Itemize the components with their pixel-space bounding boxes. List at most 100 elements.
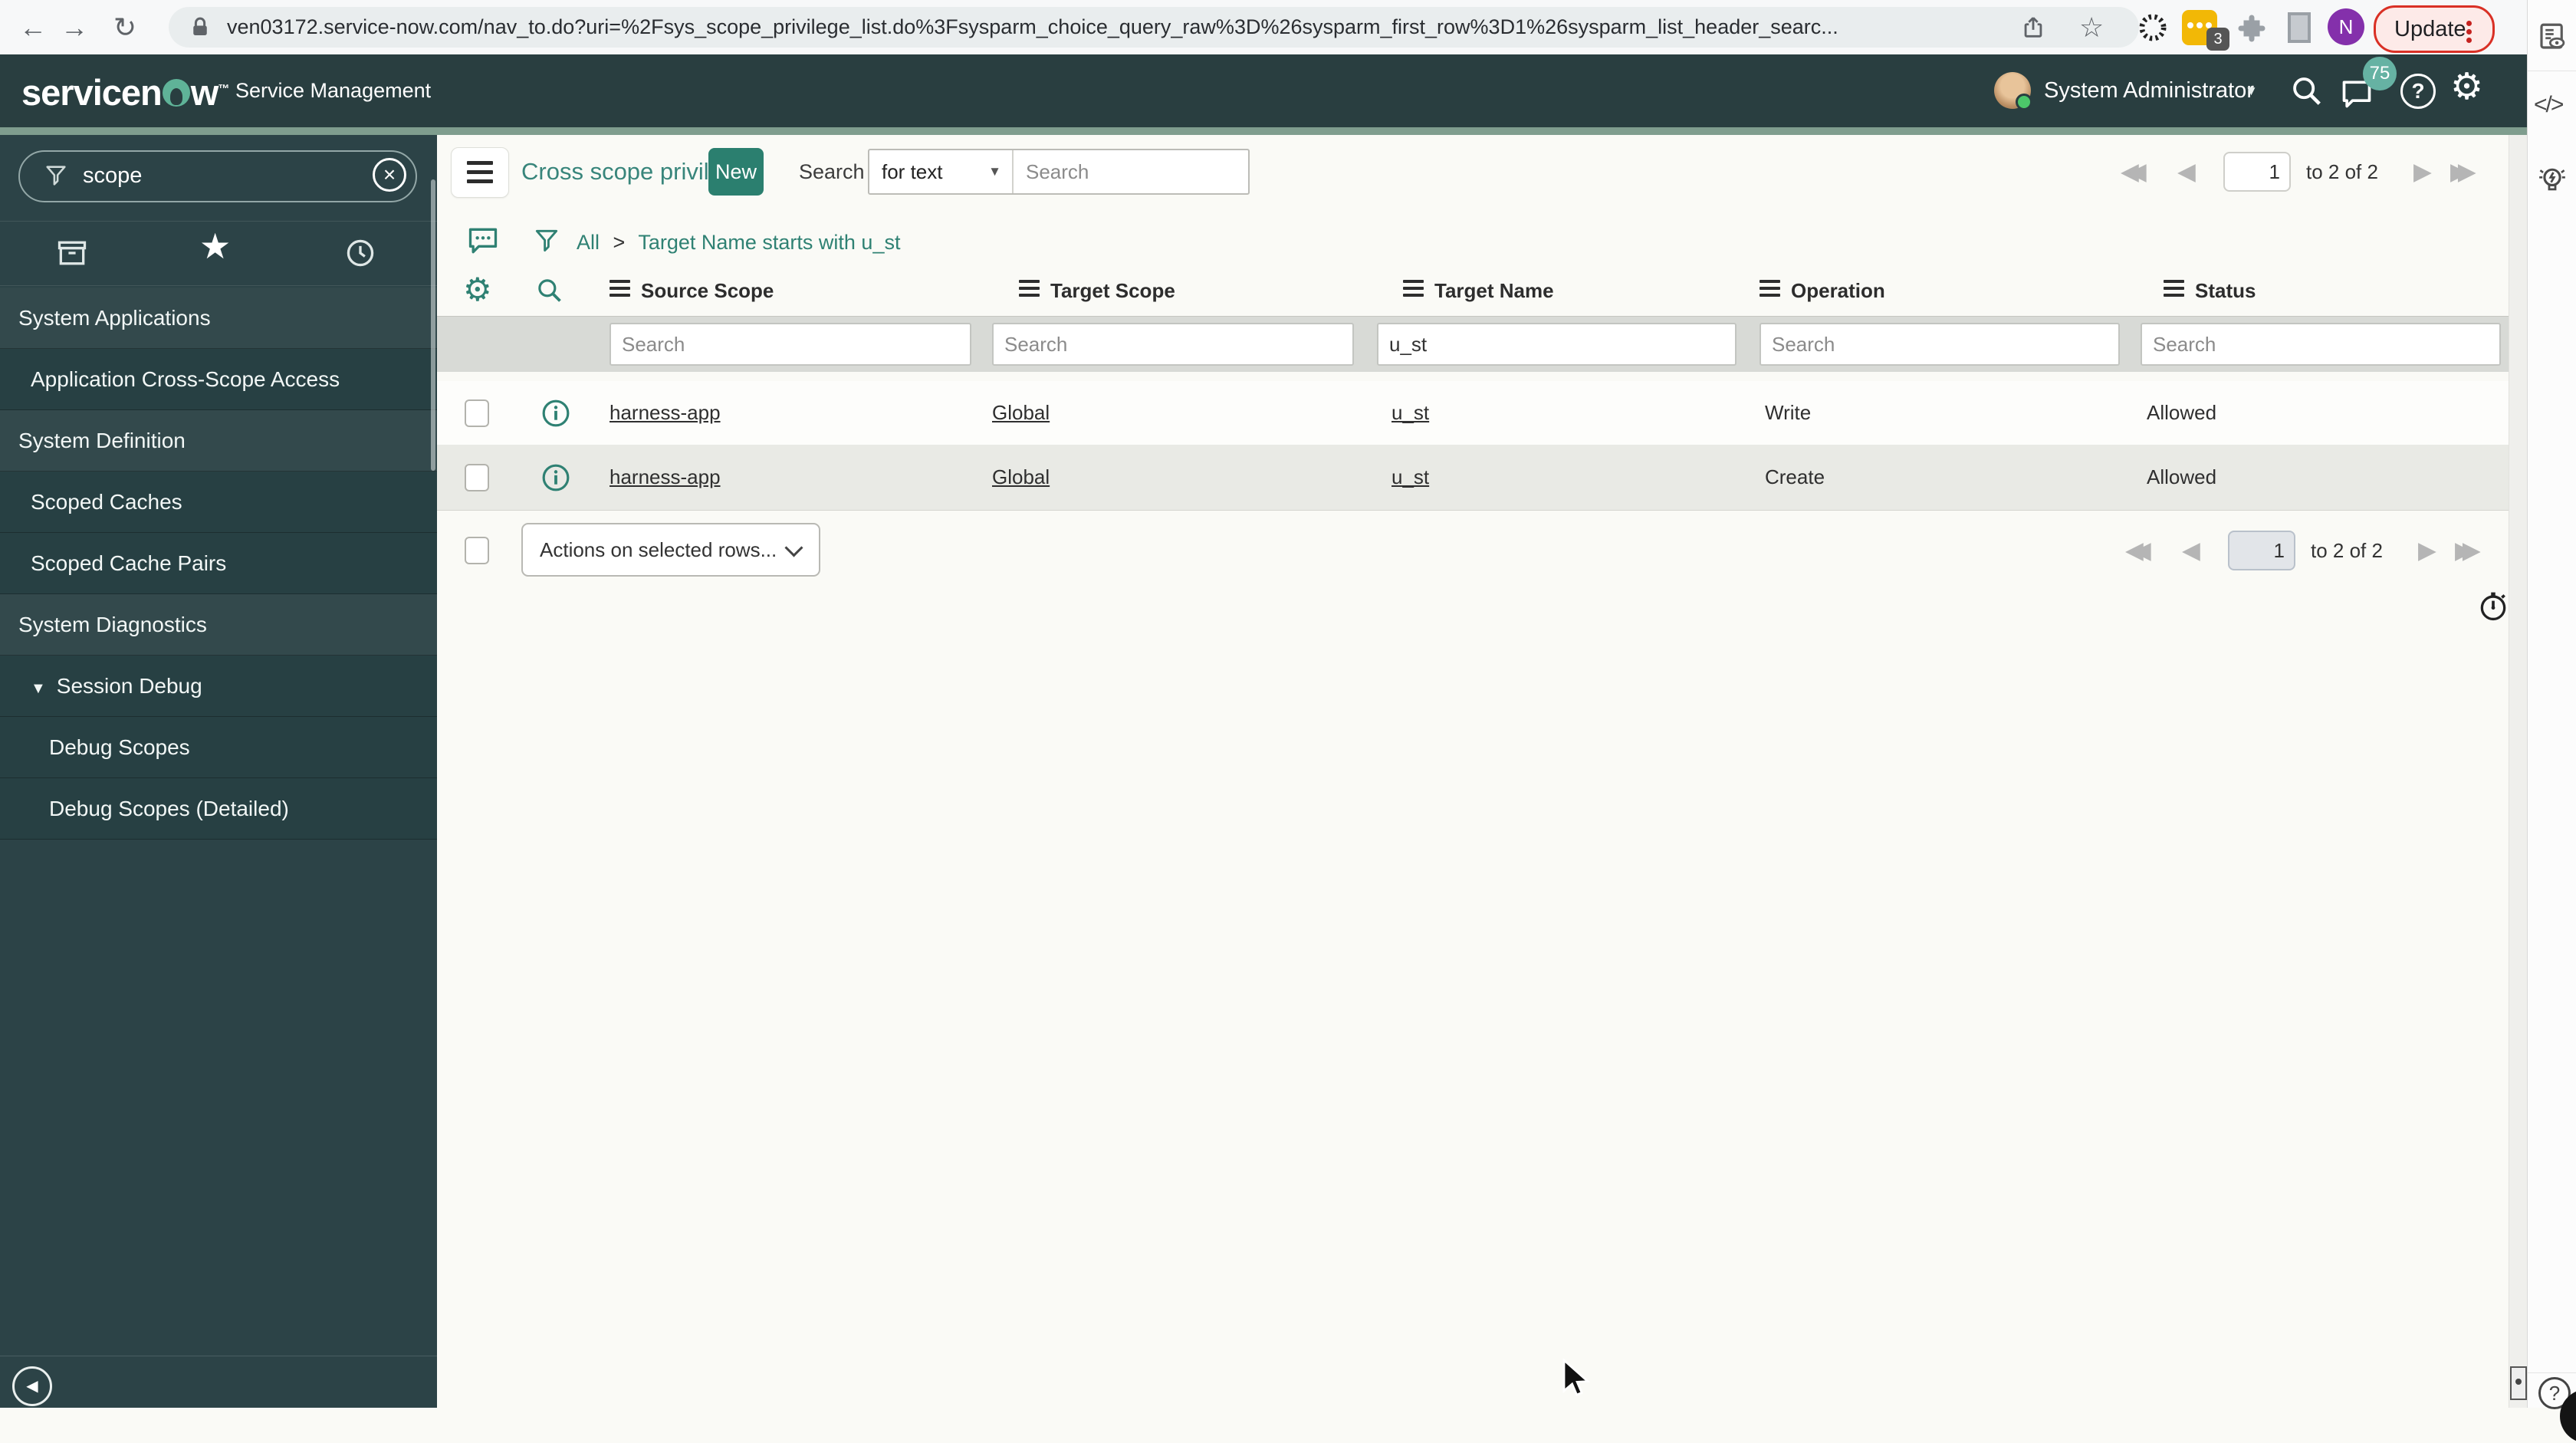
address-bar[interactable]: ven03172.service-now.com/nav_to.do?uri=%… bbox=[169, 7, 2139, 48]
filter-target-name-input[interactable] bbox=[1377, 323, 1737, 366]
extensions-puzzle-icon[interactable] bbox=[2236, 12, 2268, 44]
expanded-caret-icon[interactable]: ▼ bbox=[31, 680, 46, 697]
column-menu-icon[interactable] bbox=[2164, 279, 2184, 301]
filter-status-input[interactable] bbox=[2141, 323, 2501, 366]
list-context-menu-button[interactable] bbox=[451, 147, 509, 198]
collapse-sidebar-button[interactable]: ◀ bbox=[12, 1366, 52, 1406]
breadcrumb-filter-icon[interactable] bbox=[532, 225, 561, 256]
last-page-button[interactable]: ▶▶ bbox=[2450, 152, 2476, 192]
filter-operation-input[interactable] bbox=[1760, 323, 2120, 366]
user-menu[interactable]: System Administrator bbox=[2044, 54, 2254, 127]
column-header-operation[interactable]: Operation bbox=[1760, 265, 1885, 316]
column-header-status[interactable]: Status bbox=[2164, 265, 2256, 316]
column-menu-icon[interactable] bbox=[1019, 279, 1040, 301]
cell-target-scope-link[interactable]: Global bbox=[992, 465, 1050, 489]
table-row[interactable]: harness-app Global u_st Create Allowed bbox=[437, 445, 2509, 511]
sidebar-section-system-definition[interactable]: System Definition bbox=[0, 410, 437, 472]
next-page-button[interactable]: ▶ bbox=[2413, 152, 2432, 192]
column-header-target-scope[interactable]: Target Scope bbox=[1019, 265, 1175, 316]
sidebar-item-application-cross-scope-access[interactable]: Application Cross-Scope Access bbox=[0, 349, 437, 410]
new-record-button[interactable]: New bbox=[708, 148, 764, 196]
prev-page-button[interactable]: ◀ bbox=[2182, 531, 2200, 570]
sidebar-item-session-debug[interactable]: ▼ Session Debug bbox=[0, 656, 437, 717]
scrollbar-end-handle[interactable] bbox=[2510, 1366, 2527, 1400]
filter-target-scope-input[interactable] bbox=[992, 323, 1354, 366]
last-page-button[interactable]: ▶▶ bbox=[2455, 531, 2481, 570]
browser-menu-icon[interactable] bbox=[2466, 18, 2472, 46]
list-search-label: Search bbox=[799, 160, 865, 183]
sidebar-scrollbar[interactable] bbox=[431, 179, 435, 471]
cell-source-scope-link[interactable]: harness-app bbox=[610, 465, 721, 489]
back-icon[interactable]: ← bbox=[14, 0, 52, 54]
servicenow-logo[interactable]: servicen w™ bbox=[21, 71, 229, 113]
page-number-input[interactable] bbox=[2228, 531, 2295, 570]
column-menu-icon[interactable] bbox=[610, 279, 630, 301]
history-tab-icon[interactable] bbox=[343, 236, 377, 270]
row-checkbox[interactable] bbox=[465, 399, 489, 427]
response-time-icon[interactable] bbox=[2476, 589, 2510, 623]
reload-icon[interactable]: ↻ bbox=[106, 0, 144, 54]
user-caret-icon[interactable]: ▼ bbox=[2245, 54, 2258, 127]
share-icon[interactable] bbox=[2020, 15, 2046, 41]
browser-profile-avatar[interactable]: N bbox=[2328, 8, 2364, 45]
sidebar-item-debug-scopes[interactable]: Debug Scopes bbox=[0, 717, 437, 778]
row-info-icon[interactable] bbox=[541, 463, 570, 492]
cell-target-scope-link[interactable]: Global bbox=[992, 401, 1050, 425]
column-menu-icon[interactable] bbox=[1403, 279, 1424, 301]
row-info-icon[interactable] bbox=[541, 399, 570, 428]
user-avatar[interactable] bbox=[1994, 72, 2032, 110]
column-header-source-scope[interactable]: Source Scope bbox=[610, 265, 774, 316]
cell-source-scope-link[interactable]: harness-app bbox=[610, 401, 721, 425]
cell-status: Allowed bbox=[2147, 465, 2217, 488]
row-checkbox[interactable] bbox=[465, 464, 489, 491]
logo-o-mark bbox=[162, 79, 190, 107]
bookmark-star-icon[interactable]: ☆ bbox=[2079, 7, 2104, 48]
column-search-toggle-icon[interactable] bbox=[535, 276, 564, 305]
side-panel-icon[interactable] bbox=[2288, 12, 2311, 43]
update-button[interactable]: Update bbox=[2374, 5, 2495, 53]
page-scrollbar[interactable] bbox=[2509, 135, 2528, 1408]
first-page-button[interactable]: ◀◀ bbox=[2125, 531, 2151, 570]
cell-target-name-link[interactable]: u_st bbox=[1392, 465, 1429, 489]
url-text: ven03172.service-now.com/nav_to.do?uri=%… bbox=[227, 15, 1838, 38]
list-search-input[interactable] bbox=[1014, 150, 1244, 193]
sidebar-item-scoped-cache-pairs[interactable]: Scoped Cache Pairs bbox=[0, 533, 437, 594]
lightbulb-icon[interactable] bbox=[2535, 163, 2569, 198]
page-number-input[interactable] bbox=[2223, 152, 2291, 192]
navigator-search-input[interactable] bbox=[81, 156, 360, 195]
sidebar-section-system-applications[interactable]: System Applications bbox=[0, 288, 437, 349]
sidebar-section-system-diagnostics[interactable]: System Diagnostics bbox=[0, 594, 437, 656]
help-icon[interactable]: ? bbox=[2400, 74, 2436, 109]
search-type-select[interactable]: for text ▼ bbox=[869, 150, 1014, 193]
column-header-target-name[interactable]: Target Name bbox=[1403, 265, 1554, 316]
breadcrumb-all-link[interactable]: All bbox=[577, 231, 600, 254]
column-menu-icon[interactable] bbox=[1760, 279, 1780, 301]
filter-source-scope-input[interactable] bbox=[610, 323, 971, 366]
next-page-button[interactable]: ▶ bbox=[2418, 531, 2436, 570]
global-search-icon[interactable] bbox=[2289, 74, 2325, 109]
actions-select[interactable]: Actions on selected rows... bbox=[521, 523, 820, 577]
extension-spinner-icon[interactable] bbox=[2137, 12, 2168, 43]
notification-badge: 75 bbox=[2363, 57, 2397, 90]
clear-search-icon[interactable]: × bbox=[373, 158, 406, 192]
app-header: servicen w™ Service Management System Adm… bbox=[0, 54, 2576, 127]
navigator-search[interactable]: × bbox=[18, 150, 417, 202]
forward-icon[interactable]: → bbox=[55, 0, 94, 54]
first-page-button[interactable]: ◀◀ bbox=[2121, 152, 2147, 192]
cell-target-name-link[interactable]: u_st bbox=[1392, 401, 1429, 425]
settings-gear-icon[interactable]: ⚙ bbox=[2450, 65, 2483, 108]
list-personalize-gear-icon[interactable]: ⚙ bbox=[463, 271, 492, 308]
select-all-checkbox[interactable] bbox=[465, 537, 489, 564]
favorites-tab-icon[interactable]: ★ bbox=[199, 225, 231, 267]
sidebar-item-scoped-caches[interactable]: Scoped Caches bbox=[0, 472, 437, 533]
list-frame: Cross scope privileges New Search for te… bbox=[437, 135, 2509, 1408]
prev-page-button[interactable]: ◀ bbox=[2177, 152, 2196, 192]
breadcrumb-condition-link[interactable]: Target Name starts with u_st bbox=[638, 231, 900, 254]
table-row[interactable]: harness-app Global u_st Write Allowed bbox=[437, 381, 2509, 445]
code-panel-icon[interactable]: </> bbox=[2534, 92, 2564, 118]
list-chat-icon[interactable] bbox=[466, 224, 500, 258]
mouse-cursor bbox=[1562, 1359, 1591, 1397]
reading-mode-icon[interactable] bbox=[2536, 21, 2568, 53]
all-applications-tab-icon[interactable] bbox=[55, 236, 89, 270]
sidebar-item-debug-scopes-detailed[interactable]: Debug Scopes (Detailed) bbox=[0, 778, 437, 840]
